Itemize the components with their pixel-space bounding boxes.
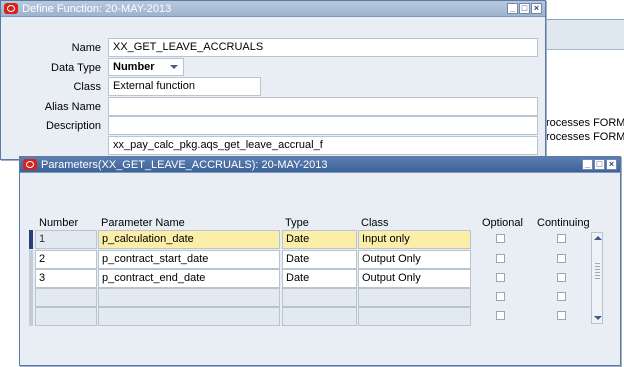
column-header-class: Class <box>361 217 389 229</box>
define-function-titlebar[interactable]: Define Function: 20-MAY-2013 _ □ × <box>1 1 545 17</box>
scroll-up-icon[interactable] <box>594 236 602 240</box>
optional-checkbox[interactable] <box>496 234 505 243</box>
parameters-window-title: Parameters(XX_GET_LEAVE_ACCRUALS): 20-MA… <box>41 159 328 171</box>
param-name-cell[interactable] <box>98 288 280 307</box>
background-text-1: rocesses FORM <box>546 117 624 129</box>
data-type-value: Number <box>113 61 155 73</box>
close-icon[interactable]: × <box>606 159 617 170</box>
window-title: Define Function: 20-MAY-2013 <box>22 3 172 15</box>
row-indicator[interactable] <box>29 250 33 269</box>
column-header-continuing: Continuing <box>537 217 590 229</box>
param-name-cell[interactable]: p_contract_end_date <box>98 269 280 288</box>
param-type-cell[interactable] <box>282 307 357 326</box>
background-titlebar <box>546 0 624 20</box>
class-label: Class <box>73 81 101 93</box>
column-header-number: Number <box>39 217 79 229</box>
definition-field[interactable]: xx_pay_calc_pkg.aqs_get_leave_accrual_f <box>108 136 538 155</box>
param-class-cell[interactable] <box>358 288 471 307</box>
minimize-icon[interactable]: _ <box>582 159 593 170</box>
param-number-cell[interactable]: 3 <box>35 269 97 288</box>
scroll-down-icon[interactable] <box>594 316 602 320</box>
continuing-checkbox[interactable] <box>557 292 566 301</box>
optional-checkbox[interactable] <box>496 273 505 282</box>
alias-name-label: Alias Name <box>44 101 101 113</box>
data-type-select[interactable]: Number <box>108 58 184 76</box>
oracle-logo-icon <box>23 159 37 170</box>
scroll-thumb[interactable] <box>595 263 600 279</box>
param-number-cell[interactable] <box>35 307 97 326</box>
param-number-cell[interactable]: 2 <box>35 250 97 269</box>
name-field[interactable]: XX_GET_LEAVE_ACCRUALS <box>108 38 538 57</box>
name-label: Name <box>71 42 101 54</box>
vertical-scrollbar[interactable] <box>591 232 603 324</box>
description-label: Description <box>45 120 101 132</box>
continuing-checkbox[interactable] <box>557 234 566 243</box>
param-number-cell[interactable] <box>35 288 97 307</box>
continuing-checkbox[interactable] <box>557 273 566 282</box>
chevron-down-icon <box>170 65 178 69</box>
param-class-cell[interactable]: Output Only <box>358 250 471 269</box>
param-class-cell[interactable]: Output Only <box>358 269 471 288</box>
row-indicator[interactable] <box>29 288 33 307</box>
minimize-icon[interactable]: _ <box>507 3 518 14</box>
close-icon[interactable]: × <box>531 3 542 14</box>
param-type-cell[interactable]: Date <box>282 250 357 269</box>
description-field[interactable] <box>108 116 538 135</box>
param-number-cell[interactable]: 1 <box>35 230 97 249</box>
row-indicator[interactable] <box>29 269 33 288</box>
data-type-label: Data Type <box>51 62 101 74</box>
oracle-logo-icon <box>4 3 18 14</box>
column-header-type: Type <box>285 217 309 229</box>
parameters-titlebar[interactable]: Parameters(XX_GET_LEAVE_ACCRUALS): 20-MA… <box>20 157 620 173</box>
row-indicator[interactable] <box>29 307 33 326</box>
param-name-cell[interactable]: p_contract_start_date <box>98 250 280 269</box>
background-text-2: rocesses FORM <box>546 131 624 143</box>
optional-checkbox[interactable] <box>496 292 505 301</box>
continuing-checkbox[interactable] <box>557 254 566 263</box>
param-type-cell[interactable]: Date <box>282 230 357 249</box>
param-name-cell[interactable] <box>98 307 280 326</box>
class-field[interactable]: External function <box>108 77 261 96</box>
param-type-cell[interactable] <box>282 288 357 307</box>
background-panel <box>546 20 624 50</box>
continuing-checkbox[interactable] <box>557 311 566 320</box>
optional-checkbox[interactable] <box>496 254 505 263</box>
param-name-cell[interactable]: p_calculation_date <box>98 230 280 249</box>
param-class-cell[interactable] <box>358 307 471 326</box>
param-type-cell[interactable]: Date <box>282 269 357 288</box>
column-header-parameter-name: Parameter Name <box>101 217 185 229</box>
maximize-icon[interactable]: □ <box>594 159 605 170</box>
maximize-icon[interactable]: □ <box>519 3 530 14</box>
optional-checkbox[interactable] <box>496 311 505 320</box>
column-header-optional: Optional <box>482 217 523 229</box>
alias-name-field[interactable] <box>108 97 538 116</box>
row-indicator-current[interactable] <box>29 230 33 249</box>
define-function-window: Define Function: 20-MAY-2013 _ □ × Name … <box>0 0 546 160</box>
param-class-cell[interactable]: Input only <box>358 230 471 249</box>
